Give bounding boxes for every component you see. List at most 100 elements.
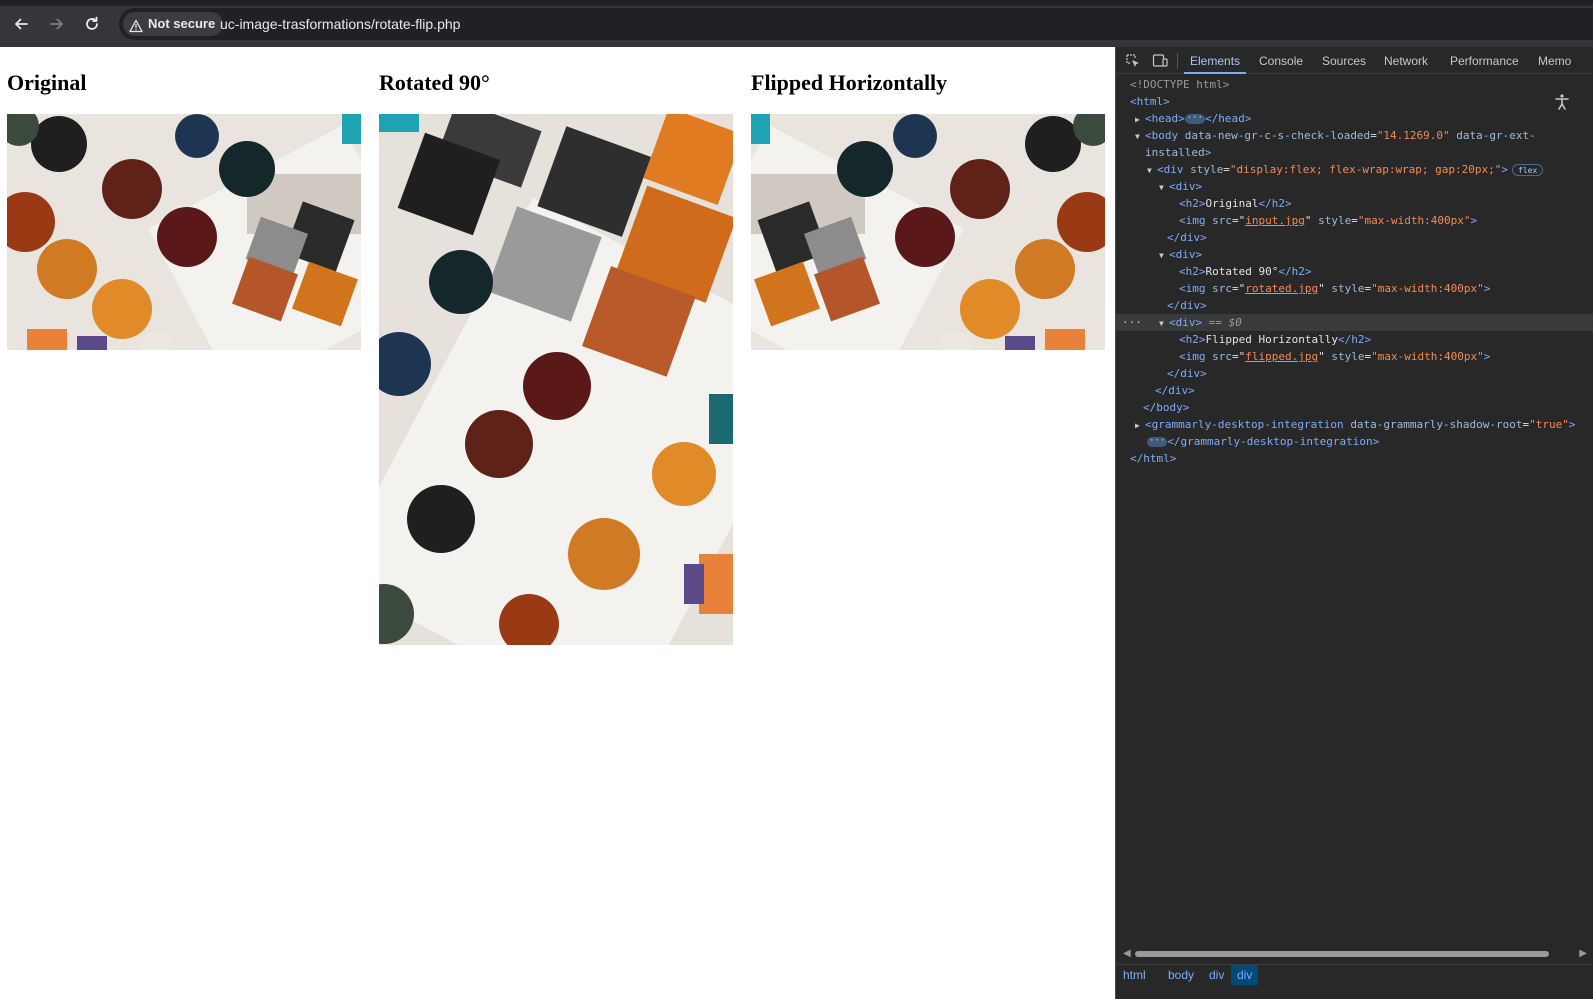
img-tag: <img xyxy=(1179,214,1206,227)
attr-name: style xyxy=(1331,282,1365,295)
div-open-tag: <div> xyxy=(1169,248,1203,261)
expand-triangle-icon[interactable]: ▶ xyxy=(1135,111,1145,128)
dom-line-div-2[interactable]: ▼ <div> xyxy=(1116,246,1593,263)
collapse-triangle-icon[interactable]: ▼ xyxy=(1159,247,1169,264)
dom-line-doctype[interactable]: <!DOCTYPE html> xyxy=(1116,76,1593,93)
dom-line-body-cont[interactable]: installed> xyxy=(1116,144,1593,161)
html-close-tag: </html> xyxy=(1130,452,1177,465)
attr-value: "display:flex; flex-wrap:wrap; gap:20px;… xyxy=(1229,163,1502,176)
scroll-left-icon[interactable]: ◀ xyxy=(1123,948,1131,959)
attr-name: src xyxy=(1212,214,1232,227)
dom-line-body[interactable]: ▼ <body data-new-gr-c-s-check-loaded="14.… xyxy=(1116,127,1593,144)
collapse-triangle-icon[interactable]: ▼ xyxy=(1135,128,1145,145)
img-tag: <img xyxy=(1179,350,1206,363)
tab-elements[interactable]: Elements xyxy=(1183,47,1247,74)
h2-open-tag: <h2> xyxy=(1179,265,1206,278)
dom-line-head[interactable]: ▶ <head> ··· </head> xyxy=(1116,110,1593,127)
attr-name: style xyxy=(1318,214,1352,227)
attr-name: src xyxy=(1212,350,1232,363)
attr-name: data-grammarly-shadow-root xyxy=(1350,418,1523,431)
tab-network[interactable]: Network xyxy=(1384,47,1428,74)
collapse-triangle-icon[interactable]: ▼ xyxy=(1159,179,1169,196)
flipped-image xyxy=(751,114,1105,350)
dom-line-div-1[interactable]: ▼ <div> xyxy=(1116,178,1593,195)
flex-badge[interactable]: flex xyxy=(1512,164,1544,176)
dom-line-img-1[interactable]: <img src="input.jpg" style="max-width:40… xyxy=(1116,212,1593,229)
more-options-icon[interactable]: ··· xyxy=(1122,314,1142,331)
grammarly-tag-name: grammarly-desktop-integration xyxy=(1151,418,1344,431)
tab-sources[interactable]: Sources xyxy=(1322,47,1366,74)
page-viewport: Original Rotated 90° Flipped Horizontall… xyxy=(0,47,1115,999)
h2-close-tag: </h2> xyxy=(1258,197,1292,210)
tab-performance[interactable]: Performance xyxy=(1450,47,1519,74)
dom-line-img-2[interactable]: <img src="rotated.jpg" style="max-width:… xyxy=(1116,280,1593,297)
dom-line-body-close[interactable]: </body> xyxy=(1116,399,1593,416)
dom-line-html-close[interactable]: </html> xyxy=(1116,450,1593,467)
reload-icon[interactable] xyxy=(81,13,103,35)
dom-line-grammarly[interactable]: ▶ <grammarly-desktop-integration data-gra… xyxy=(1116,416,1593,433)
div-close-tag: </div> xyxy=(1167,231,1207,244)
h2-text: Rotated 90° xyxy=(1205,265,1279,278)
browser-toolbar: Not secure uc-image-trasformations/rotat… xyxy=(0,0,1593,47)
div-open-tag: <div> xyxy=(1169,316,1203,329)
img-tag: <img xyxy=(1179,282,1206,295)
forward-arrow-icon[interactable] xyxy=(46,13,68,35)
breadcrumb: html body div div xyxy=(1116,964,1593,985)
h2-close-tag: </h2> xyxy=(1337,333,1372,346)
dom-line-div-3-close[interactable]: </div> xyxy=(1116,365,1593,382)
tab-memory[interactable]: Memo xyxy=(1538,47,1571,74)
src-link[interactable]: rotated.jpg xyxy=(1245,282,1318,295)
section-heading: Original xyxy=(7,70,87,95)
dom-line-grammarly-close[interactable]: ··· </grammarly-desktop-integration> xyxy=(1116,433,1593,450)
breadcrumb-div-active[interactable]: div xyxy=(1231,965,1259,985)
dom-line-html[interactable]: <html> xyxy=(1116,93,1593,110)
inspect-element-icon[interactable] xyxy=(1125,53,1141,69)
collapse-triangle-icon[interactable]: ▼ xyxy=(1147,162,1157,179)
url-text[interactable]: uc-image-trasformations/rotate-flip.php xyxy=(220,8,460,40)
body-tag-name: body xyxy=(1151,129,1179,142)
address-bar[interactable]: Not secure uc-image-trasformations/rotat… xyxy=(119,8,1593,40)
div-open-tag: <div> xyxy=(1169,180,1203,193)
body-close-tag: </body> xyxy=(1143,401,1190,414)
devtools-panel: Elements Console Sources Network Perform… xyxy=(1115,47,1593,999)
security-chip[interactable]: Not secure xyxy=(123,12,224,36)
section-heading: Rotated 90° xyxy=(379,70,490,95)
collapsed-ellipsis-icon[interactable]: ··· xyxy=(1184,114,1206,124)
dom-line-h2-3[interactable]: <h2>Flipped Horizontally</h2> xyxy=(1116,331,1593,348)
device-toolbar-icon[interactable] xyxy=(1152,53,1168,69)
dom-line-div-2-close[interactable]: </div> xyxy=(1116,297,1593,314)
tab-console[interactable]: Console xyxy=(1259,47,1303,74)
src-link[interactable]: flipped.jpg xyxy=(1245,350,1318,363)
collapse-triangle-icon[interactable]: ▼ xyxy=(1159,315,1169,332)
warning-icon xyxy=(129,17,143,33)
head-close-tag: </head> xyxy=(1205,112,1252,125)
dom-line-img-3[interactable]: <img src="flipped.jpg" style="max-width:… xyxy=(1116,348,1593,365)
dom-line-div-3-selected[interactable]: ··· ▼ <div> == $0 xyxy=(1116,314,1593,331)
collapsed-ellipsis-icon[interactable]: ··· xyxy=(1147,437,1168,447)
selected-marker: == $0 xyxy=(1208,316,1242,329)
scroll-right-icon[interactable]: ▶ xyxy=(1579,948,1587,959)
dom-line-h2-2[interactable]: <h2>Rotated 90°</h2> xyxy=(1116,263,1593,280)
dom-line-flex-div-close[interactable]: </div> xyxy=(1116,382,1593,399)
dom-line-div-1-close[interactable]: </div> xyxy=(1116,229,1593,246)
expand-triangle-icon[interactable]: ▶ xyxy=(1135,417,1145,434)
attr-value: "max-width:400px" xyxy=(1357,214,1471,227)
attr-name: style xyxy=(1331,350,1365,363)
horizontal-scrollbar[interactable]: ◀ ▶ xyxy=(1121,947,1589,961)
div-tag-name: div xyxy=(1163,163,1184,176)
scrollbar-thumb[interactable] xyxy=(1135,951,1549,957)
breadcrumb-body[interactable]: body xyxy=(1162,965,1200,985)
div-close-tag: </div> xyxy=(1155,384,1195,397)
devtools-tabbar: Elements Console Sources Network Perform… xyxy=(1116,47,1593,74)
attr-name: installed xyxy=(1145,146,1205,159)
breadcrumb-html[interactable]: html xyxy=(1117,965,1152,985)
breadcrumb-div[interactable]: div xyxy=(1203,965,1230,985)
attr-name: style xyxy=(1190,163,1224,176)
head-open-tag: <head> xyxy=(1145,112,1185,125)
src-link[interactable]: input.jpg xyxy=(1245,214,1305,227)
dom-line-flex-div[interactable]: ▼ <div style="display:flex; flex-wrap:wra… xyxy=(1116,161,1593,178)
h2-text: Flipped Horizontally xyxy=(1205,333,1338,346)
dom-line-h2-1[interactable]: <h2>Original</h2> xyxy=(1116,195,1593,212)
back-arrow-icon[interactable] xyxy=(10,13,32,35)
attr-value: "max-width:400px" xyxy=(1371,282,1484,295)
